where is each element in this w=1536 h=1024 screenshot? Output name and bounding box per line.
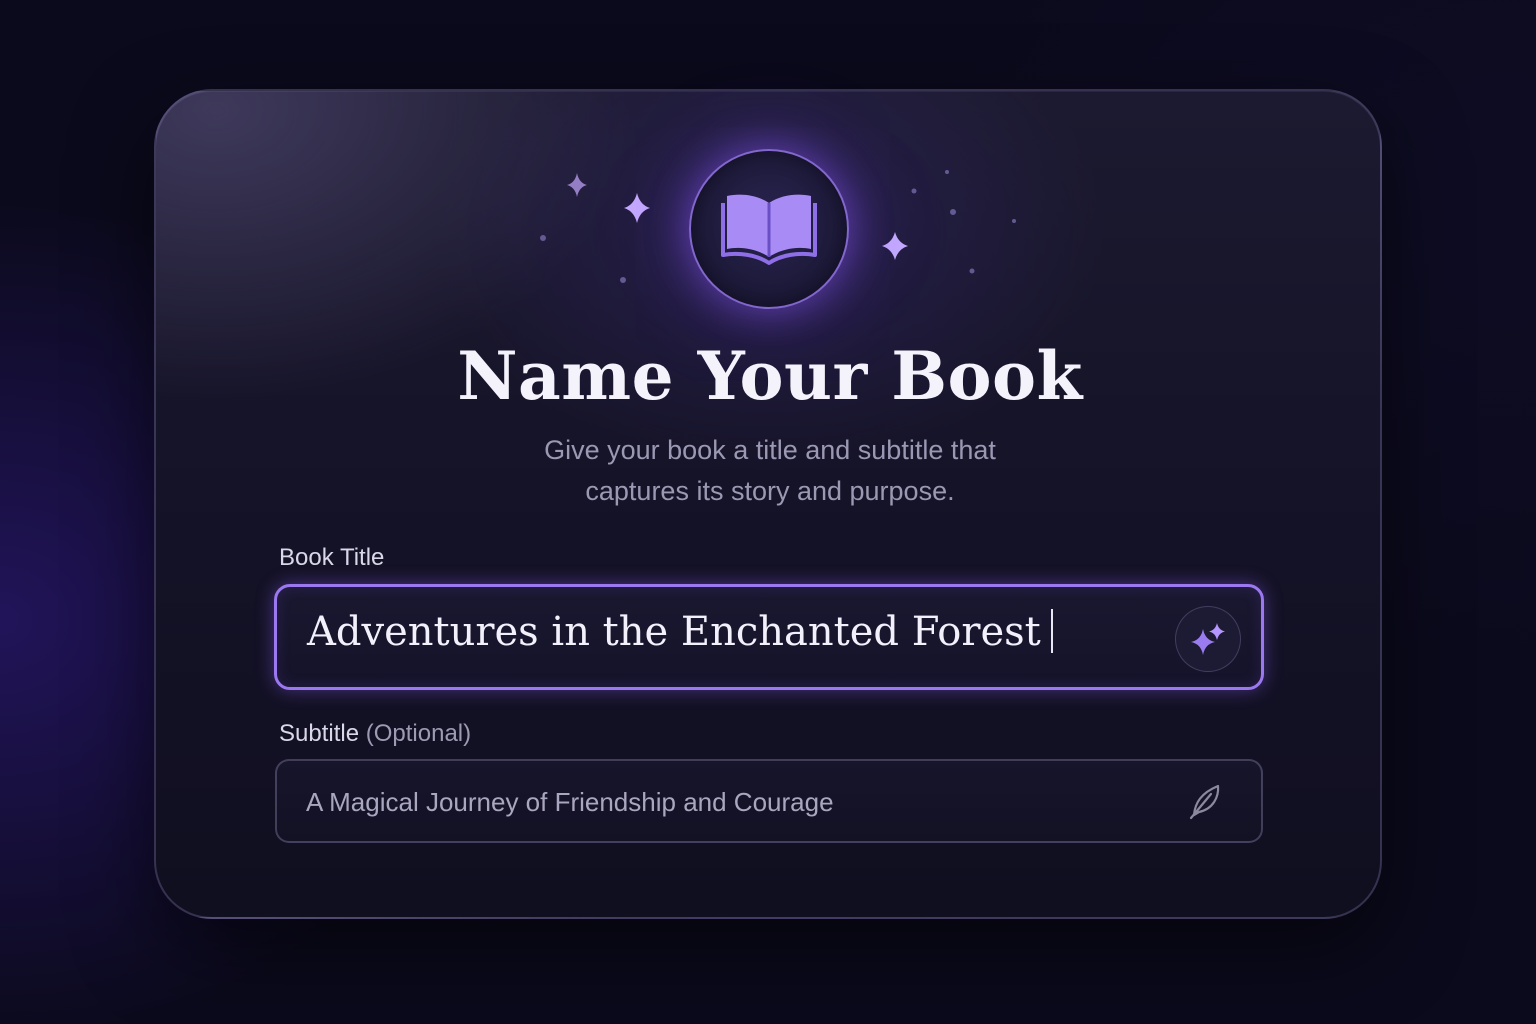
- sparkle-icon: [624, 193, 650, 223]
- description-line-2: captures its story and purpose.: [585, 476, 955, 506]
- subtitle-label: Subtitle (Optional): [279, 720, 471, 748]
- page-title: Name Your Book: [457, 337, 1083, 415]
- subtitle-label-text: Subtitle: [279, 720, 360, 747]
- sparkle-icon: [882, 232, 908, 260]
- book-title-label: Book Title: [279, 544, 385, 571]
- sparkles-icon: [1191, 623, 1225, 655]
- subtitle-placeholder[interactable]: A Magical Journey of Friendship and Cour…: [306, 787, 834, 818]
- optional-note: (Optional): [365, 720, 472, 747]
- generate-title-button[interactable]: [1175, 606, 1241, 672]
- text-caret: [1050, 609, 1053, 653]
- book-title-value[interactable]: Adventures in the Enchanted Forest: [307, 609, 1041, 655]
- book-badge: [689, 149, 849, 309]
- sparkle-icon: [567, 173, 587, 197]
- book-title-value-wrap[interactable]: Adventures in the Enchanted Forest: [307, 609, 1053, 655]
- name-book-card: Name Your Book Give your book a title an…: [154, 89, 1382, 919]
- book-title-input[interactable]: Adventures in the Enchanted Forest: [274, 584, 1264, 690]
- description-line-1: Give your book a title and subtitle that: [544, 435, 996, 465]
- feather-icon[interactable]: [1185, 781, 1225, 821]
- subtitle-input[interactable]: A Magical Journey of Friendship and Cour…: [275, 759, 1263, 843]
- open-book-icon: [721, 194, 817, 265]
- page-description: Give your book a title and subtitle that…: [470, 430, 1070, 512]
